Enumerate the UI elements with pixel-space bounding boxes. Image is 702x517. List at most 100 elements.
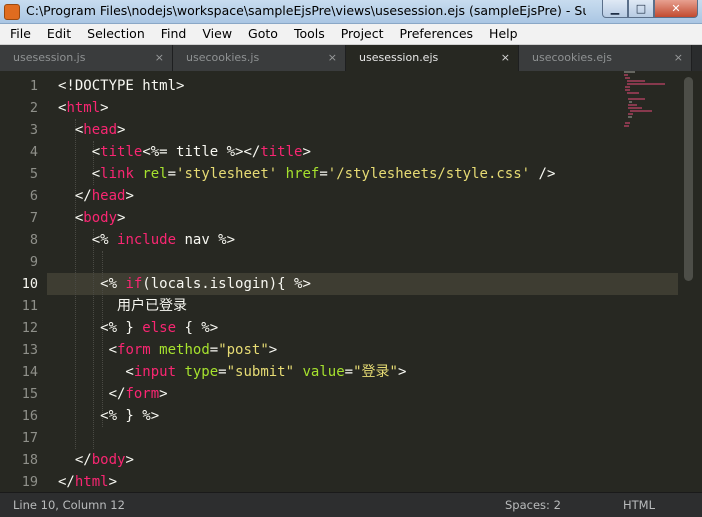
code-token: form	[117, 342, 151, 358]
code-token: >	[117, 122, 126, 138]
vertical-scrollbar[interactable]	[680, 71, 698, 492]
minimap-line	[625, 77, 630, 79]
code-token: head	[83, 122, 118, 138]
minimap-line	[629, 110, 652, 112]
code-token: />	[530, 166, 556, 182]
code-line[interactable]: <% } %>	[58, 405, 159, 427]
line-number: 16	[21, 408, 38, 424]
code-line[interactable]: </form>	[58, 383, 168, 405]
menu-find[interactable]: Find	[151, 24, 193, 44]
code-token: title	[260, 144, 303, 160]
minimap-line	[625, 89, 630, 91]
minimap-line	[626, 80, 645, 82]
tab-usecookies-ejs[interactable]: usecookies.ejs ×	[519, 45, 692, 71]
code-token: rel	[142, 166, 168, 182]
code-line[interactable]: <html>	[58, 97, 109, 119]
code-token: else	[142, 320, 177, 336]
line-number: 6	[29, 188, 38, 204]
code-line[interactable]: <% if(locals.islogin){ %>	[58, 273, 311, 295]
maximize-button[interactable]: □	[628, 0, 654, 18]
minimap-line	[628, 101, 633, 103]
menu-file[interactable]: File	[0, 24, 37, 44]
code-token: <	[58, 364, 134, 380]
code-token: head	[91, 188, 126, 204]
minimap-line	[626, 83, 666, 85]
tab-close-icon[interactable]: ×	[328, 45, 337, 71]
indentation-setting[interactable]: Spaces: 2	[505, 498, 561, 512]
code-token: <!DOCTYPE html>	[58, 78, 185, 94]
code-token: <% } %>	[58, 408, 160, 424]
menu-selection[interactable]: Selection	[77, 24, 151, 44]
syntax-mode[interactable]: HTML	[623, 498, 655, 512]
code-line[interactable]: <head>	[58, 119, 126, 141]
code-token: <	[58, 144, 101, 160]
code-token: >	[125, 188, 134, 204]
code-token: </	[58, 452, 92, 468]
tab-usecookies-js[interactable]: usecookies.js ×	[173, 45, 346, 71]
code-line[interactable]: </head>	[58, 185, 134, 207]
code-line[interactable]: <% include nav %>	[58, 229, 235, 251]
code-line[interactable]: <body>	[58, 207, 126, 229]
menu-preferences[interactable]: Preferences	[390, 24, 480, 44]
line-number: 11	[21, 298, 38, 314]
code-token: title	[100, 144, 143, 160]
close-button[interactable]: ✕	[654, 0, 698, 18]
code-token: >	[100, 100, 109, 116]
code-token: =	[209, 342, 219, 358]
code-token: >	[125, 452, 134, 468]
line-number: 1	[29, 78, 38, 94]
code-token: <	[58, 210, 84, 226]
code-line[interactable]: <link rel='stylesheet' href='/stylesheet…	[58, 163, 556, 185]
code-line[interactable]: <input type="submit" value="登录">	[58, 361, 406, 383]
code-token: type	[184, 364, 219, 380]
line-number-gutter: 1 2 3 4 5 6 7 8 9 10 11 12 13 14 15 16 17 18 19	[0, 71, 47, 492]
code-token: href	[285, 166, 320, 182]
minimap-line	[628, 113, 634, 115]
line-number: 14	[21, 364, 38, 380]
code-line[interactable]: </html>	[58, 471, 117, 493]
code-token: 用户已登录	[58, 298, 188, 314]
editor[interactable]: 1 2 3 4 5 6 7 8 9 10 11 12 13 14 15 16 17 18 19 <!DOCTYPE …	[0, 71, 702, 492]
tab-close-icon[interactable]: ×	[674, 45, 683, 71]
minimize-button[interactable]: ▁	[602, 0, 628, 18]
code-line[interactable]: 用户已登录	[58, 295, 187, 317]
line-number: 12	[21, 320, 38, 336]
code-area[interactable]: <!DOCTYPE html> <html> <head> <title<%= t…	[58, 71, 618, 492]
code-token: '/stylesheets/style.css'	[327, 166, 531, 182]
line-number: 5	[29, 166, 38, 182]
line-number: 2	[29, 100, 38, 116]
line-number: 7	[29, 210, 38, 226]
code-token: (locals.islogin){ %>	[142, 276, 311, 292]
scrollbar-thumb[interactable]	[684, 77, 693, 281]
code-line[interactable]: <form method="post">	[58, 339, 278, 361]
code-line[interactable]: <% } else { %>	[58, 317, 218, 339]
minimap-line	[625, 122, 631, 124]
tab-close-icon[interactable]: ×	[155, 45, 164, 71]
menu-goto[interactable]: Goto	[238, 24, 284, 44]
line-number: 15	[21, 386, 38, 402]
tab-usesession-ejs[interactable]: usesession.ejs ×	[346, 45, 519, 71]
code-token: <	[58, 342, 118, 358]
minimap[interactable]	[624, 71, 674, 131]
menu-help[interactable]: Help	[479, 24, 524, 44]
code-token: >	[108, 474, 118, 490]
window-controls: ▁ □ ✕	[602, 0, 698, 18]
code-token: html	[66, 100, 101, 116]
menu-project[interactable]: Project	[331, 24, 390, 44]
code-token: { %>	[176, 320, 219, 336]
menu-edit[interactable]: Edit	[37, 24, 77, 44]
code-token: link	[100, 166, 134, 182]
code-line[interactable]: <title<%= title %></title>	[58, 141, 311, 163]
code-token: <%	[58, 232, 118, 248]
tab-close-icon[interactable]: ×	[501, 45, 510, 71]
minimap-line	[627, 104, 638, 106]
code-token: <	[58, 166, 101, 182]
code-line[interactable]: </body>	[58, 449, 134, 471]
code-token: 'stylesheet'	[176, 166, 278, 182]
code-line[interactable]: <!DOCTYPE html>	[58, 75, 184, 97]
tab-usesession-js[interactable]: usesession.js ×	[0, 45, 173, 71]
menu-view[interactable]: View	[192, 24, 238, 44]
minimap-line	[627, 116, 633, 118]
menu-tools[interactable]: Tools	[284, 24, 331, 44]
